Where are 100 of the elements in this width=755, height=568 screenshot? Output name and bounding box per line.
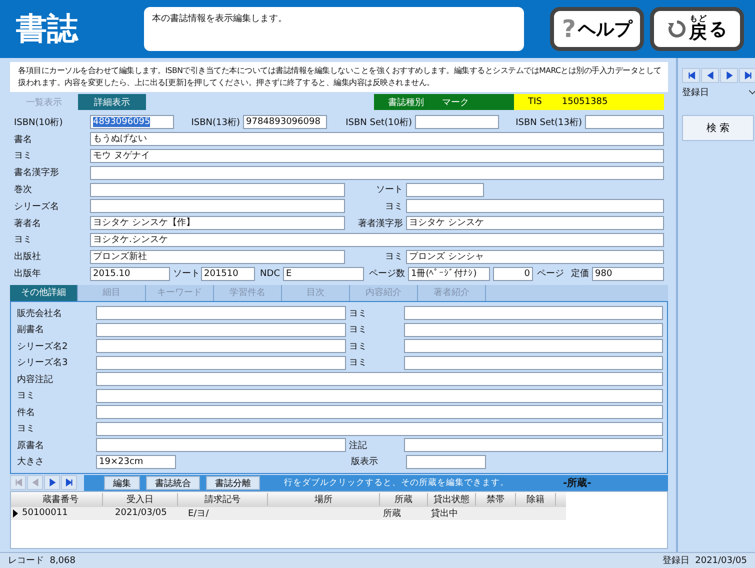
field-label: 出版社 <box>14 250 42 264</box>
detail-tab[interactable]: その他詳細 <box>10 284 78 301</box>
dropdown-icon <box>749 90 755 94</box>
text-field[interactable]: 980 <box>592 266 664 281</box>
field-label: シリーズ名 <box>14 200 60 213</box>
field-label: ヨミ <box>14 234 33 246</box>
text-field[interactable] <box>404 306 663 320</box>
field-label: 原書名 <box>17 440 45 452</box>
text-field[interactable]: 0 <box>493 266 533 281</box>
message-box: 本の書誌情報を表示編集します。 <box>144 7 524 51</box>
text-field[interactable] <box>96 422 663 436</box>
column-header: 請求記号 <box>178 492 268 506</box>
registration-date: 登録日 2021/03/05 <box>662 554 747 567</box>
text-field[interactable] <box>406 199 664 214</box>
record-nav-button[interactable] <box>720 68 738 83</box>
text-field[interactable] <box>406 182 484 197</box>
field-label: 巻次 <box>14 184 33 196</box>
text-field[interactable]: 201510 <box>201 266 255 281</box>
text-field[interactable]: 4893096095 <box>90 115 174 130</box>
column-header: 貸出状態 <box>428 492 476 506</box>
last-icon <box>64 478 74 487</box>
record-nav-button[interactable] <box>739 68 755 83</box>
text-field[interactable] <box>96 405 663 420</box>
text-field[interactable]: E <box>283 266 364 281</box>
view-tab[interactable]: 詳細表示 <box>78 94 146 110</box>
field-label: 書名漢字形 <box>14 166 60 180</box>
toolbar-button[interactable]: 編集 <box>104 476 140 490</box>
column-header: 禁帯 <box>476 492 516 506</box>
prev-icon <box>706 71 714 80</box>
text-field[interactable] <box>96 438 346 452</box>
text-field[interactable] <box>96 306 346 320</box>
field-label: ヨミ <box>349 308 368 320</box>
text-field[interactable] <box>96 356 346 370</box>
text-field[interactable] <box>404 322 663 337</box>
field-label: シリーズ名3 <box>17 356 69 370</box>
text-field[interactable] <box>585 115 664 130</box>
text-field[interactable]: モウ ヌゲナイ <box>90 148 664 163</box>
field-label: 注記 <box>349 440 368 452</box>
column-header: 受入日 <box>103 492 178 506</box>
table-cell: 貸出中 <box>431 508 458 519</box>
sort-select[interactable]: 登録日 <box>680 85 755 99</box>
field-label: 販売会社名 <box>17 308 63 320</box>
field-label: NDC <box>259 268 280 279</box>
field-label: ヨミ <box>349 357 368 370</box>
field-label: 件名 <box>17 406 36 419</box>
text-field[interactable]: ヨシタケ シンスケ【作】 <box>90 216 345 230</box>
text-field[interactable]: もうぬげない <box>90 132 664 146</box>
text-field[interactable] <box>90 199 345 214</box>
field-label: 内容注記 <box>17 374 54 386</box>
toolbar-button[interactable]: 書誌分離 <box>206 476 260 490</box>
text-field[interactable]: 2015.10 <box>90 266 170 281</box>
column-header: 除籍 <box>516 492 556 506</box>
record-nav-button[interactable] <box>682 68 700 83</box>
hint-text: 行をダブルクリックすると、その所蔵を編集できます。 <box>284 476 509 489</box>
text-field[interactable] <box>96 322 346 337</box>
text-field[interactable] <box>406 454 486 469</box>
record-nav-button[interactable] <box>44 474 60 490</box>
record-nav-button[interactable] <box>701 68 719 83</box>
field-label: ヨミ <box>17 390 36 402</box>
column-header: 蔵書番号 <box>19 492 103 506</box>
help-button[interactable]: ?ヘルプ <box>550 7 644 51</box>
text-field[interactable] <box>96 339 346 354</box>
column-header: 場所 <box>268 492 380 506</box>
field-label: 定価 <box>570 268 589 280</box>
text-field[interactable] <box>404 438 663 452</box>
text-field[interactable] <box>96 388 663 403</box>
text-field[interactable]: 19×23cm <box>96 454 176 469</box>
field-label: シリーズ名2 <box>17 340 69 353</box>
text-field[interactable] <box>90 182 345 197</box>
text-field[interactable]: ヨシタケ.シンスケ <box>90 232 664 247</box>
record-count: レコード 8,068 <box>8 555 76 567</box>
text-field[interactable] <box>415 115 499 130</box>
field-label: 副書名 <box>17 324 45 336</box>
section-title: -所蔵- <box>563 476 592 490</box>
text-field[interactable] <box>404 356 663 370</box>
text-field[interactable]: ブロンズ新社 <box>90 250 345 264</box>
next-icon <box>724 71 734 80</box>
search-button[interactable]: 検 索 <box>682 115 754 141</box>
next-icon <box>48 478 56 487</box>
field-label: ソート <box>173 268 198 280</box>
field-label: ヨミ <box>384 251 403 264</box>
field-label: 大きさ <box>17 456 45 468</box>
last-icon <box>744 71 752 80</box>
first-icon <box>686 71 696 80</box>
field-label: ISBN(10桁) <box>14 116 64 129</box>
field-label: ISBN Set(10桁) <box>344 116 412 129</box>
field-label: ヨミ <box>349 340 368 353</box>
refresh-icon <box>667 19 687 39</box>
text-field[interactable]: 9784893096098 <box>243 115 327 130</box>
prev-icon <box>30 478 40 487</box>
toolbar-button[interactable]: 書誌統合 <box>146 476 200 490</box>
text-field[interactable]: 1冊(ﾍﾟｰｼﾞ付ﾅｼ) <box>408 266 490 281</box>
text-field[interactable] <box>96 372 663 386</box>
table-cell: 所蔵 <box>383 508 401 519</box>
text-field[interactable] <box>404 339 663 354</box>
text-field[interactable]: ヨシタケ シンスケ <box>406 216 664 230</box>
text-field[interactable]: ブロンズ シンシャ <box>406 250 664 264</box>
field-label: ヨミ <box>384 200 403 213</box>
record-nav-button[interactable] <box>61 474 77 490</box>
text-field[interactable] <box>90 166 664 180</box>
